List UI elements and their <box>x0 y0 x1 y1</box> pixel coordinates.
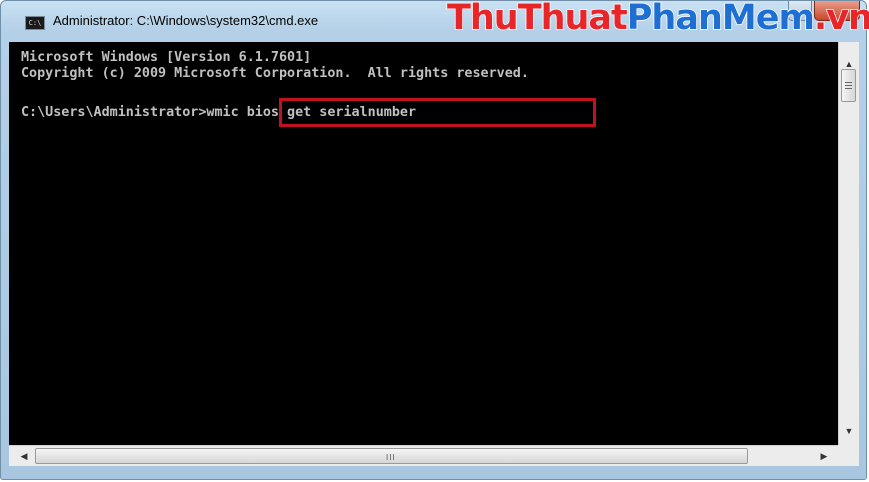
scroll-left-icon[interactable]: ◀ <box>15 446 33 466</box>
cmd-window: C:\ Administrator: C:\Windows\system32\c… <box>0 0 869 480</box>
console-line-version: Microsoft Windows [Version 6.1.7601] <box>21 50 312 65</box>
console-output[interactable]: Microsoft Windows [Version 6.1.7601] Cop… <box>9 42 838 445</box>
vertical-scroll-thumb[interactable] <box>841 69 856 102</box>
watermark-part-vn: .vn <box>813 0 869 39</box>
scroll-right-icon[interactable]: ▶ <box>815 446 833 466</box>
window-title: Administrator: C:\Windows\system32\cmd.e… <box>53 13 319 28</box>
grip-line <box>845 82 852 83</box>
cmd-app-icon[interactable]: C:\ <box>25 16 45 30</box>
grip-line <box>845 85 852 86</box>
title-bar[interactable]: C:\ Administrator: C:\Windows\system32\c… <box>1 0 869 41</box>
watermark-logo: ThuThuatPhanMem.vn <box>446 0 869 39</box>
vertical-scrollbar[interactable]: ▲ ▼ <box>838 42 859 445</box>
resize-grip[interactable] <box>838 445 859 466</box>
grip-icon: III <box>386 453 396 462</box>
scroll-down-icon[interactable]: ▼ <box>839 423 859 440</box>
watermark-part-thuthuat: ThuThuat <box>446 0 628 39</box>
grip-line <box>845 88 852 89</box>
horizontal-scroll-thumb[interactable]: III <box>35 448 748 464</box>
horizontal-scrollbar[interactable]: ◀ III ▶ <box>9 445 838 466</box>
watermark-part-phanmem: PhanMem <box>626 0 816 39</box>
console-line-copyright: Copyright (c) 2009 Microsoft Corporation… <box>21 66 529 81</box>
command-highlight-box <box>279 98 596 127</box>
